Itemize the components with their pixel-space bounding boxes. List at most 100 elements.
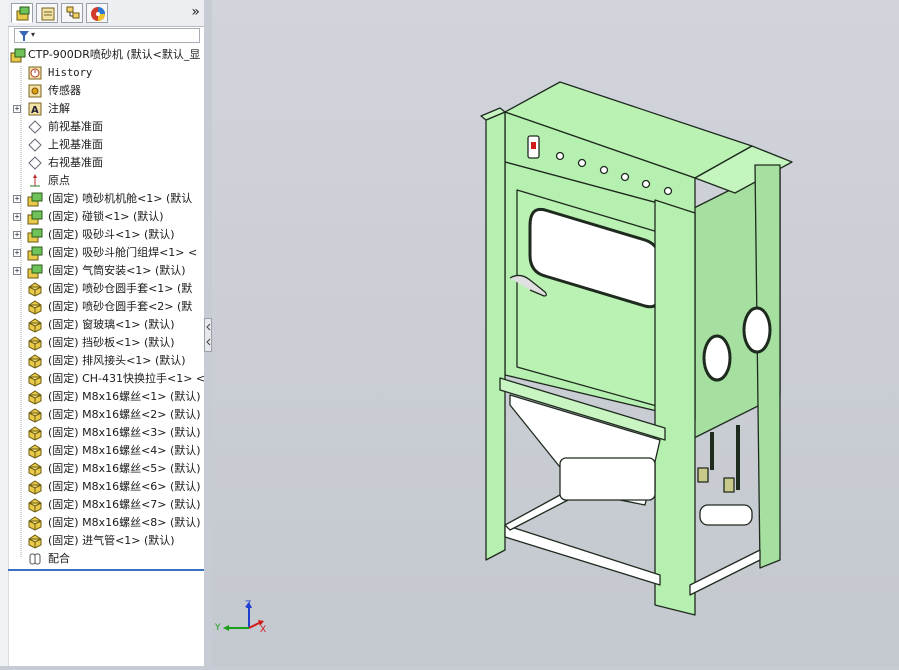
axis-triad: Z X Y xyxy=(214,600,266,635)
tree-item[interactable]: (固定) 挡砂板<1> (默认) xyxy=(8,334,204,352)
tree-item[interactable]: 传感器 xyxy=(8,82,204,100)
tree-item-label: 注解 xyxy=(48,102,70,115)
graphics-area[interactable] xyxy=(212,0,899,666)
part-icon xyxy=(28,534,42,549)
expand-toggle-icon[interactable]: + xyxy=(13,195,21,203)
tree-item-label: (固定) 喷砂仓圆手套<1> (默 xyxy=(48,282,193,295)
tree-item[interactable]: (固定) 排风接头<1> (默认) xyxy=(8,352,204,370)
appearance-tab[interactable] xyxy=(86,3,108,23)
tree-item[interactable]: 配合 xyxy=(8,550,204,568)
blower-unit xyxy=(559,457,656,501)
splitter-grip[interactable] xyxy=(204,318,212,352)
tree-item[interactable]: 右视基准面 xyxy=(8,154,204,172)
configurationmanager-tab[interactable] xyxy=(61,3,83,23)
expand-toggle-icon[interactable]: + xyxy=(13,105,21,113)
base-frame-rail xyxy=(504,524,661,586)
tree-item[interactable]: + (固定) 气筒安装<1> (默认) xyxy=(8,262,204,280)
tree-item[interactable]: (固定) M8x16螺丝<7> (默认) xyxy=(8,496,204,514)
tree-item-label: (固定) CH-431快换拉手<1> < xyxy=(48,372,205,385)
part-icon xyxy=(28,498,42,513)
appearance-icon xyxy=(91,7,105,21)
control-knob xyxy=(555,151,565,161)
control-knob xyxy=(577,158,587,168)
tree-item[interactable]: (固定) CH-431快换拉手<1> < xyxy=(8,370,204,388)
tree-bottom-rule xyxy=(8,569,204,571)
valve xyxy=(723,477,735,493)
tree-item-label: 右视基准面 xyxy=(48,156,103,169)
subassembly-icon xyxy=(27,210,43,225)
sandblaster-model-view[interactable] xyxy=(212,0,899,666)
part-icon xyxy=(28,462,42,477)
manager-tabbar: » xyxy=(8,0,204,27)
tree-filter-bar: ▾ xyxy=(8,27,204,45)
tree-item[interactable]: (固定) 窗玻璃<1> (默认) xyxy=(8,316,204,334)
air-tank xyxy=(699,504,753,526)
subassembly-icon xyxy=(27,192,43,207)
expand-toggle-icon[interactable]: + xyxy=(13,213,21,221)
filter-dropdown-icon[interactable]: ▾ xyxy=(31,30,35,39)
part-icon xyxy=(28,318,42,333)
feature-tree: CTP-900DR喷砂机 (默认<默认_显 History 传感器 + A 注解前视基准… xyxy=(8,46,204,568)
tree-item[interactable]: (固定) M8x16螺丝<3> (默认) xyxy=(8,424,204,442)
svg-text:A: A xyxy=(31,105,39,116)
tree-item-label: History xyxy=(48,67,93,79)
tree-item[interactable]: + (固定) 喷砂机机舱<1> (默认 xyxy=(8,190,204,208)
tree-item-label: (固定) 吸砂斗舱门组焊<1> < xyxy=(48,246,198,259)
featuremanager-panel: » ▾ CTP-900DR喷砂机 (默认<默认_显 History 传感器 + A 注解… xyxy=(0,0,205,666)
tree-item[interactable]: (固定) 喷砂仓圆手套<1> (默 xyxy=(8,280,204,298)
tree-item[interactable]: (固定) M8x16螺丝<2> (默认) xyxy=(8,406,204,424)
tree-item[interactable]: 上视基准面 xyxy=(8,136,204,154)
tree-item[interactable]: (固定) M8x16螺丝<6> (默认) xyxy=(8,478,204,496)
expand-toggle-icon[interactable]: + xyxy=(13,249,21,257)
tree-item[interactable]: (固定) M8x16螺丝<5> (默认) xyxy=(8,460,204,478)
tree-root[interactable]: CTP-900DR喷砂机 (默认<默认_显 xyxy=(8,46,204,64)
tree-item-label: 传感器 xyxy=(48,84,81,97)
tree-item-label: (固定) M8x16螺丝<5> (默认) xyxy=(48,462,201,475)
tree-item[interactable]: History xyxy=(8,64,204,82)
tree-item[interactable]: (固定) M8x16螺丝<1> (默认) xyxy=(8,388,204,406)
tab-overflow-chevron[interactable]: » xyxy=(191,4,200,20)
tree-item[interactable]: + A 注解 xyxy=(8,100,204,118)
tree-item[interactable]: + (固定) 吸砂斗舱门组焊<1> < xyxy=(8,244,204,262)
tree-item[interactable]: (固定) 喷砂仓圆手套<2> (默 xyxy=(8,298,204,316)
tree-item-label: 原点 xyxy=(48,174,70,187)
tree-item-label: (固定) 吸砂斗<1> (默认) xyxy=(48,228,175,241)
tree-item-label: 上视基准面 xyxy=(48,138,103,151)
tree-item-label: (固定) 窗玻璃<1> (默认) xyxy=(48,318,175,331)
tree-item-label: (固定) 喷砂机机舱<1> (默认 xyxy=(48,192,193,205)
tree-items: History 传感器 + A 注解前视基准面上视基准面右视基准面原点 + (固定) 喷砂机… xyxy=(8,64,204,568)
mates-icon xyxy=(29,553,41,565)
tree-item[interactable]: (固定) 进气管<1> (默认) xyxy=(8,532,204,550)
glove-port xyxy=(742,306,772,354)
expand-toggle-icon[interactable]: + xyxy=(13,231,21,239)
rear-right-leg xyxy=(754,164,781,569)
subassembly-icon xyxy=(27,246,43,261)
front-right-leg xyxy=(654,199,696,616)
tree-item-label: (固定) 喷砂仓圆手套<2> (默 xyxy=(48,300,193,313)
part-icon xyxy=(28,426,42,441)
tree-item-label: (固定) 进气管<1> (默认) xyxy=(48,534,175,547)
origin-icon xyxy=(30,174,40,187)
tree-filter-input[interactable]: ▾ xyxy=(14,28,200,43)
tree-item-label: (固定) M8x16螺丝<4> (默认) xyxy=(48,444,201,457)
tree-item[interactable]: + (固定) 吸砂斗<1> (默认) xyxy=(8,226,204,244)
tree-item[interactable]: 原点 xyxy=(8,172,204,190)
part-icon xyxy=(28,516,42,531)
tree-item[interactable]: + (固定) 碰锁<1> (默认) xyxy=(8,208,204,226)
control-knob xyxy=(641,179,651,189)
control-knob xyxy=(663,186,673,196)
part-icon xyxy=(28,282,42,297)
tree-item[interactable]: (固定) M8x16螺丝<4> (默认) xyxy=(8,442,204,460)
tree-item[interactable]: 前视基准面 xyxy=(8,118,204,136)
tree-item-label: (固定) 气筒安装<1> (默认) xyxy=(48,264,186,277)
control-knob xyxy=(620,172,630,182)
triad-y-label: Y xyxy=(214,623,221,633)
expand-toggle-icon[interactable]: + xyxy=(13,267,21,275)
feature-tree-icon xyxy=(16,6,30,21)
subassembly-icon xyxy=(27,264,43,279)
propertymanager-tab[interactable] xyxy=(36,3,58,23)
featuremanager-tab[interactable] xyxy=(11,3,33,23)
tree-item[interactable]: (固定) M8x16螺丝<8> (默认) xyxy=(8,514,204,532)
history-icon xyxy=(28,66,42,80)
filter-icon[interactable] xyxy=(18,30,30,42)
